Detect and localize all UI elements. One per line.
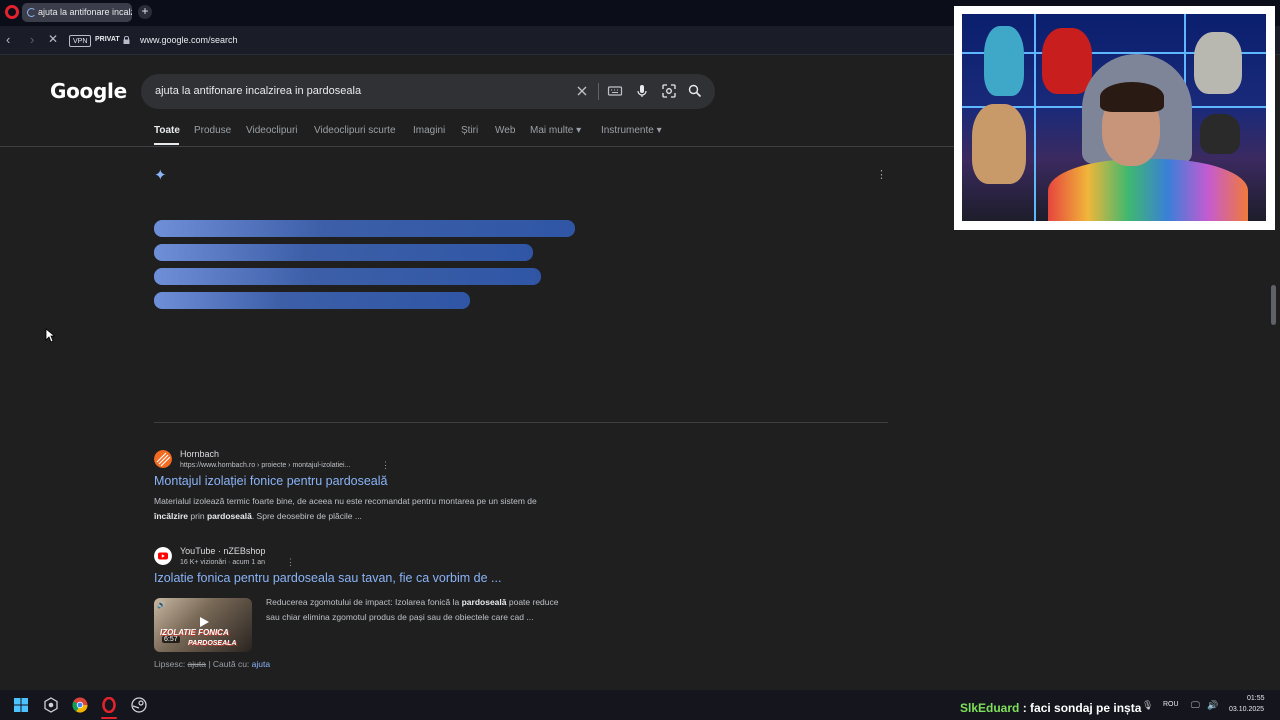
missing-terms: Lipsesc: ajuta | Caută cu: ajuta	[154, 659, 270, 669]
google-lens-icon[interactable]	[661, 83, 677, 99]
snippet-text: prin	[188, 511, 207, 521]
google-logo[interactable]: Google	[50, 79, 127, 103]
language-indicator[interactable]: ROU	[1163, 701, 1179, 708]
clear-icon[interactable]	[574, 83, 590, 99]
ai-loading-bar	[154, 220, 575, 237]
ai-loading-bar	[154, 268, 541, 285]
stop-loading-icon[interactable]: ✕	[48, 32, 58, 46]
webcam-feed	[962, 14, 1266, 221]
search-box[interactable]: ajuta la antifonare incalzirea in pardos…	[141, 74, 715, 109]
tab-tools[interactable]: Instrumente ▾	[601, 125, 662, 136]
vpn-badge[interactable]: VPN	[69, 35, 92, 47]
forward-arrow-icon[interactable]: ›	[30, 32, 34, 47]
active-tab-indicator	[154, 143, 179, 145]
video-thumbnail[interactable]: 🔊 IZOLATIE FONICA PARDOSEALA 6:57	[154, 598, 252, 652]
snippet-text: poate reduce	[506, 597, 559, 607]
toy-figure	[972, 104, 1026, 184]
ai-loading-bar	[154, 292, 470, 309]
network-icon[interactable]: 🖵	[1191, 700, 1200, 711]
snippet-text: sau chiar elimina zgomotul produs de paș…	[266, 612, 534, 622]
lock-icon	[123, 36, 130, 44]
header-divider	[0, 146, 955, 147]
search-input[interactable]: ajuta la antifonare incalzirea in pardos…	[155, 85, 361, 97]
snippet-text: Reducerea zgomotului de impact: Izolarea…	[266, 597, 462, 607]
scrollbar[interactable]	[1271, 285, 1276, 325]
keyboard-icon[interactable]	[607, 83, 623, 99]
result-url[interactable]: https://www.hornbach.ro › proiecte › mon…	[180, 462, 350, 469]
opera-icon[interactable]	[101, 697, 117, 713]
clock-date[interactable]: 03.10.2025	[1229, 706, 1264, 713]
toy-figure	[1042, 28, 1092, 94]
active-app-indicator	[101, 717, 117, 719]
search-result: YouTube · nZEBshop 16 K+ vizionări · acu…	[154, 546, 594, 587]
result-title-link[interactable]: Montajul izolației fonice pentru pardose…	[154, 474, 387, 488]
tab-title: ajuta la antifonare incalzi	[38, 7, 132, 17]
clock-time[interactable]: 01:55	[1247, 695, 1265, 702]
video-duration: 6:57	[162, 636, 180, 643]
streamer-hair	[1100, 82, 1164, 112]
windows-taskbar: SlkEduard : faci sondaj pe inșta 🎙 ROU 🖵…	[0, 690, 1280, 720]
section-divider	[154, 422, 888, 423]
loading-spinner-icon	[27, 8, 36, 17]
snippet-bold: pardoseală	[206, 511, 252, 521]
youtube-favicon-icon	[154, 547, 172, 565]
browser-tab[interactable]: ajuta la antifonare incalzi	[22, 3, 132, 22]
back-arrow-icon[interactable]: ‹	[6, 32, 10, 47]
hornbach-favicon-icon	[154, 450, 172, 468]
snippet-text: Materialul izolează termic foarte bine, …	[154, 496, 537, 506]
result-meta: 16 K+ vizionări · acum 1 an	[180, 559, 266, 566]
chat-username: SlkEduard	[960, 701, 1020, 715]
steam-icon[interactable]	[131, 697, 147, 713]
opera-logo-icon[interactable]	[5, 5, 19, 19]
streamer-shirt	[1048, 159, 1248, 221]
stream-chat-message: SlkEduard : faci sondaj pe inșta	[960, 701, 1141, 715]
result-menu-icon[interactable]: ⋮	[286, 557, 295, 568]
tab-images[interactable]: Imagini	[413, 125, 445, 136]
play-icon[interactable]	[197, 615, 211, 629]
search-result: Hornbach https://www.hornbach.ro › proie…	[154, 449, 594, 530]
volume-icon[interactable]: 🔊	[1207, 700, 1218, 711]
result-site-name: YouTube · nZEBshop	[180, 546, 266, 556]
search-with-link[interactable]: ajuta	[252, 659, 270, 669]
result-snippet: Reducerea zgomotului de impact: Izolarea…	[266, 595, 558, 625]
tab-news[interactable]: Știri	[461, 125, 478, 136]
sound-icon: 🔊	[157, 602, 166, 609]
microphone-tray-icon[interactable]: 🎙	[1142, 700, 1153, 711]
more-options-icon[interactable]: ⋮	[876, 168, 887, 181]
toy-figure	[1200, 114, 1240, 154]
tab-more[interactable]: Mai multe ▾	[530, 125, 581, 136]
chat-text: : faci sondaj pe inșta	[1019, 701, 1142, 715]
snippet-bold: încălzire	[154, 511, 189, 521]
result-title-link[interactable]: Izolatie fonica pentru pardoseala sau ta…	[154, 571, 501, 585]
missing-term: ajuta	[187, 659, 206, 669]
result-site-name: Hornbach	[180, 449, 220, 459]
url-field[interactable]: www.google.com/search	[140, 35, 238, 45]
toy-figure	[1194, 32, 1242, 94]
result-menu-icon[interactable]: ⋮	[381, 460, 390, 471]
microphone-icon[interactable]	[634, 83, 650, 99]
ai-sparkle-icon: ✦	[154, 167, 167, 184]
result-snippet: Materialul izolează termic foarte bine, …	[154, 494, 537, 524]
tab-all[interactable]: Toate	[154, 125, 180, 136]
search-icon[interactable]	[687, 83, 703, 99]
shelf-light	[1034, 14, 1036, 221]
tab-videos[interactable]: Videoclipuri	[246, 125, 298, 136]
new-tab-button[interactable]: +	[138, 5, 152, 19]
toy-figure	[984, 26, 1024, 96]
thumbnail-caption-2: PARDOSEALA	[188, 640, 237, 647]
windows-start-icon[interactable]	[13, 697, 29, 713]
missing-middle: | Caută cu:	[205, 659, 252, 669]
tab-products[interactable]: Produse	[194, 125, 231, 136]
mouse-cursor-icon	[45, 328, 55, 343]
snippet-text: . Spre deosebire de plăcile ...	[251, 511, 362, 521]
tab-web[interactable]: Web	[495, 125, 515, 136]
snippet-bold: pardoseală	[461, 597, 507, 607]
chrome-icon[interactable]	[72, 697, 88, 713]
tab-short-videos[interactable]: Videoclipuri scurte	[314, 125, 396, 136]
missing-prefix: Lipsesc:	[154, 659, 188, 669]
private-mode-label: PRIVAT	[95, 36, 120, 43]
search-box-divider	[598, 83, 599, 100]
settings-app-icon[interactable]	[43, 697, 59, 713]
ai-loading-bar	[154, 244, 533, 261]
